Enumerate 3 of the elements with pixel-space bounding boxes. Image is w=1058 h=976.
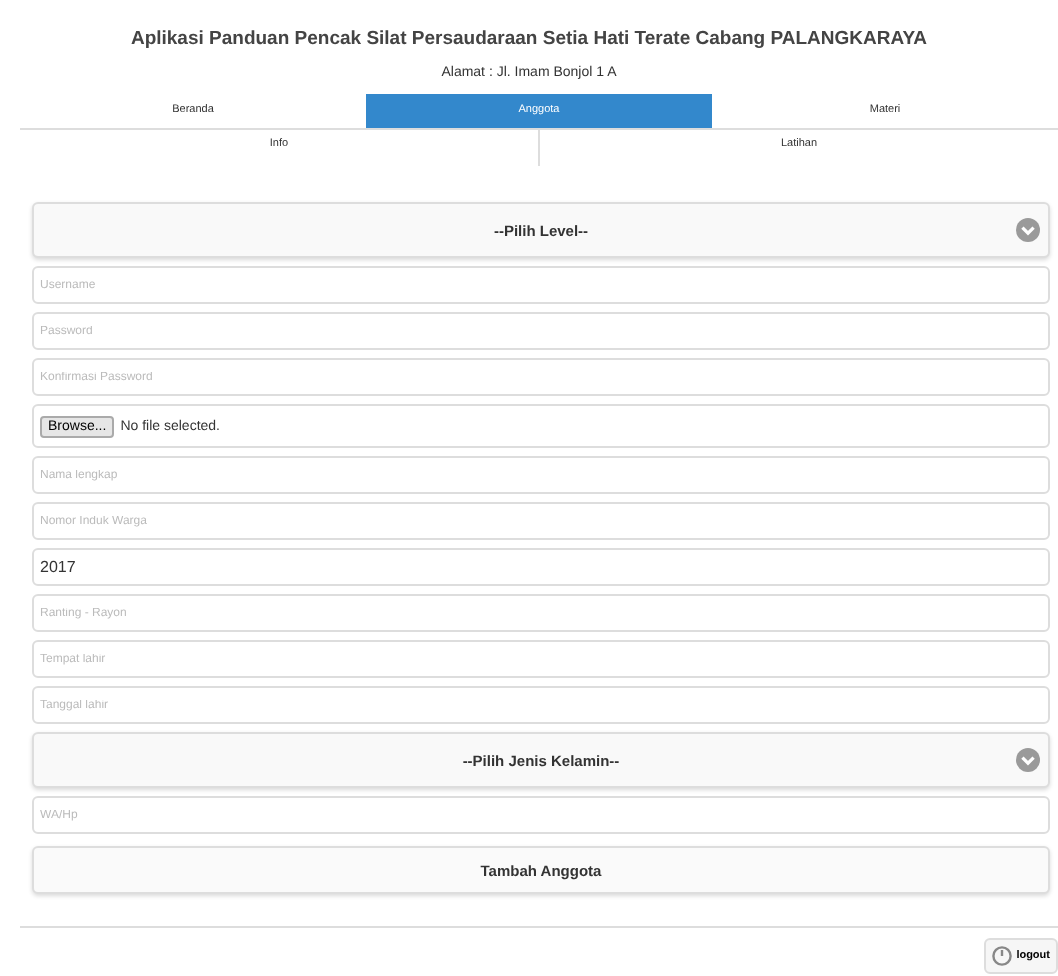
page-title: Aplikasi Panduan Pencak Silat Persaudaraan Setia Hati Terate Cabang PALANGKARAYA <box>128 28 930 54</box>
power-icon <box>992 946 1013 966</box>
input-field[interactable]: 2017 <box>32 548 1050 586</box>
